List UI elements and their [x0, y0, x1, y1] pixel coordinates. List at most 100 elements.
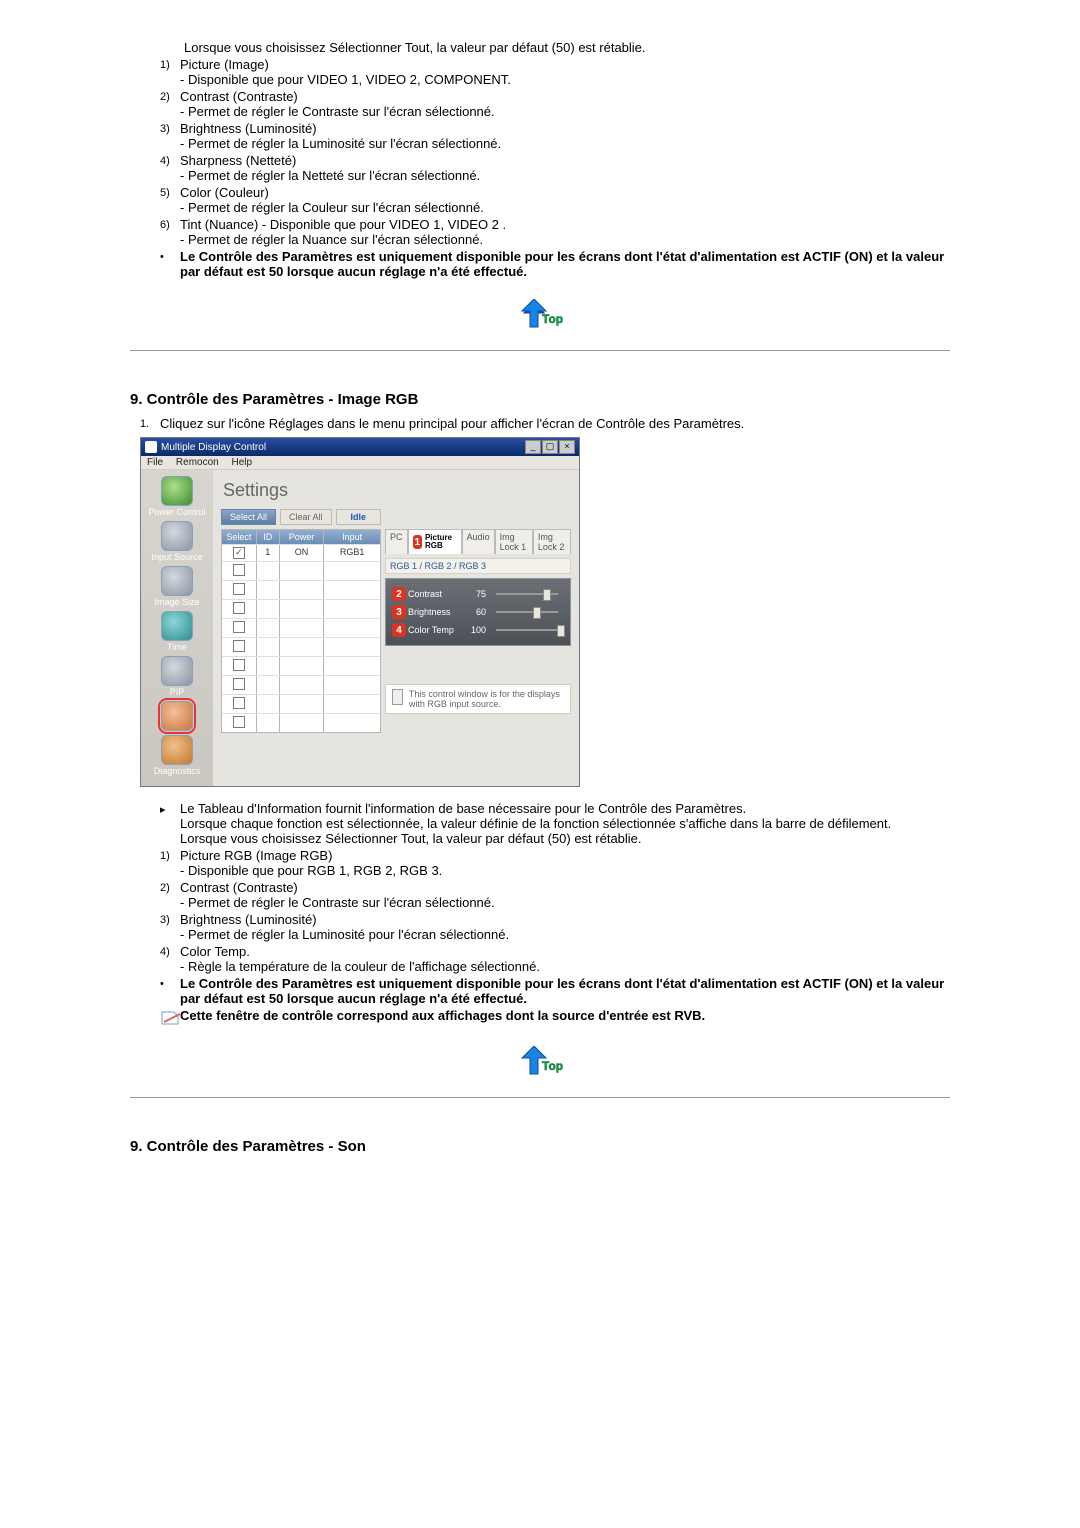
row-checkbox[interactable] [233, 659, 245, 671]
table-row[interactable]: 1 ON RGB1 [222, 544, 380, 561]
top-arrow-icon: Top [516, 299, 564, 331]
row-checkbox[interactable] [233, 640, 245, 652]
row-checkbox[interactable] [233, 547, 245, 559]
sidebar-diagnostics[interactable]: Diagnostics [141, 735, 213, 776]
tab-picture-rgb[interactable]: 1 Picture RGB [408, 529, 462, 554]
item-4: 4) Sharpness (Netteté) - Permet de régle… [160, 153, 950, 183]
note-pin-icon [160, 1010, 182, 1026]
info-box: This control window is for the displays … [385, 684, 571, 714]
top-arrow-icon: Top [516, 1046, 564, 1078]
table-row[interactable] [222, 694, 380, 713]
callout-1: 1 [413, 535, 422, 549]
th-select: Select [222, 530, 257, 544]
idle-button[interactable]: Idle [336, 509, 382, 525]
app-icon [145, 441, 157, 453]
mdc-menubar: File Remocon Help [141, 456, 579, 470]
svg-text:Top: Top [542, 312, 563, 326]
mdc-titlebar: Multiple Display Control _ ▢ × [141, 438, 579, 456]
top-fragment: Lorsque vous choisissez Sélectionner Tou… [130, 40, 950, 279]
item-5-sub: - Permet de régler la Couleur sur l'écra… [180, 200, 950, 215]
menu-file[interactable]: File [147, 457, 163, 468]
tab-imglock2[interactable]: Img Lock 2 [533, 529, 571, 554]
sidebar-power-control[interactable]: Power Control [141, 476, 213, 517]
table-row[interactable] [222, 675, 380, 694]
item-3-title: Brightness (Luminosité) [180, 121, 950, 136]
callout-2: 2 [392, 587, 406, 601]
item-3: 3) Brightness (Luminosité) - Permet de r… [160, 121, 950, 151]
rgb-item-2: 2) Contrast (Contraste) - Permet de régl… [160, 880, 950, 910]
sidebar-image-size[interactable]: Image Size [141, 566, 213, 607]
item-6: 6) Tint (Nuance) - Disponible que pour V… [160, 217, 950, 247]
table-row[interactable] [222, 599, 380, 618]
th-input: Input [324, 530, 380, 544]
section-rgb-heading: 9. Contrôle des Paramètres - Image RGB [130, 391, 950, 408]
row-checkbox[interactable] [233, 678, 245, 690]
table-row[interactable] [222, 637, 380, 656]
window-controls: _ ▢ × [525, 440, 575, 454]
item-1-sub: - Disponible que pour VIDEO 1, VIDEO 2, … [180, 72, 950, 87]
select-all-button[interactable]: Select All [221, 509, 276, 525]
slider-colortemp: 4 Color Temp 100 [392, 623, 564, 637]
separator-2 [130, 1097, 950, 1098]
minimize-button[interactable]: _ [525, 440, 541, 454]
maximize-button[interactable]: ▢ [542, 440, 558, 454]
tab-imglock1[interactable]: Img Lock 1 [495, 529, 533, 554]
item-4-title: Sharpness (Netteté) [180, 153, 950, 168]
sidebar-pip[interactable]: PIP [141, 656, 213, 697]
mdc-window: Multiple Display Control _ ▢ × File Remo… [140, 437, 580, 787]
item-6-extra: - Disponible que pour VIDEO 1, VIDEO 2 . [262, 217, 506, 232]
table-row[interactable] [222, 618, 380, 637]
item-1-title: Picture (Image) [180, 57, 950, 72]
tab-pc[interactable]: PC [385, 529, 408, 554]
sidebar-settings[interactable] [141, 701, 213, 731]
sidebar-time[interactable]: Time [141, 611, 213, 652]
intro-default-text: Lorsque vous choisissez Sélectionner Tou… [160, 40, 950, 55]
clear-all-button[interactable]: Clear All [280, 509, 332, 525]
mdc-main: Settings Select All Clear All Idle Selec… [213, 470, 579, 786]
top-note: • Le Contrôle des Paramètres est uniquem… [160, 249, 950, 279]
table-row[interactable] [222, 580, 380, 599]
top-link-1[interactable]: Top [130, 299, 950, 334]
rgb-note-2: Cette fenêtre de contrôle correspond aux… [160, 1008, 950, 1026]
table-row[interactable] [222, 656, 380, 675]
separator-1 [130, 350, 950, 351]
item-2-sub: - Permet de régler le Contraste sur l'éc… [180, 104, 950, 119]
info-icon [392, 689, 403, 705]
item-6-sub: - Permet de régler la Nuance sur l'écran… [180, 232, 950, 247]
row-checkbox[interactable] [233, 716, 245, 728]
menu-help[interactable]: Help [232, 457, 253, 468]
tabrow: PC 1 Picture RGB Audio Img Lock 1 Img Lo… [385, 529, 571, 554]
table-row[interactable] [222, 561, 380, 580]
row-checkbox[interactable] [233, 602, 245, 614]
tab-audio[interactable]: Audio [462, 529, 495, 554]
section-son-heading: 9. Contrôle des Paramètres - Son [130, 1138, 950, 1155]
sidebar-input-source[interactable]: Input Source [141, 521, 213, 562]
document-body: Lorsque vous choisissez Sélectionner Tou… [130, 40, 950, 1155]
svg-text:Top: Top [542, 1059, 563, 1073]
slider-panel: 2 Contrast 75 3 Brightness 60 [385, 578, 571, 646]
slider-brightness: 3 Brightness 60 [392, 605, 564, 619]
callout-4: 4 [392, 623, 406, 637]
row-checkbox[interactable] [233, 583, 245, 595]
mdc-main-title: Settings [223, 480, 571, 501]
row-checkbox[interactable] [233, 564, 245, 576]
item-5: 5) Color (Couleur) - Permet de régler la… [160, 185, 950, 215]
item-2: 2) Contrast (Contraste) - Permet de régl… [160, 89, 950, 119]
row-checkbox[interactable] [233, 697, 245, 709]
mdc-table: Select ID Power Input 1 ON RGB1 [221, 529, 381, 733]
row-checkbox[interactable] [233, 621, 245, 633]
th-id: ID [257, 530, 280, 544]
item-3-sub: - Permet de régler la Luminosité sur l'é… [180, 136, 950, 151]
menu-remocon[interactable]: Remocon [176, 457, 219, 468]
rgb-item-3: 3) Brightness (Luminosité) - Permet de r… [160, 912, 950, 942]
slider-track[interactable] [496, 611, 558, 613]
subtabs: RGB 1 / RGB 2 / RGB 3 [385, 558, 571, 574]
slider-track[interactable] [496, 629, 558, 631]
close-button[interactable]: × [559, 440, 575, 454]
rgb-step-1: 1. Cliquez sur l'icône Réglages dans le … [130, 416, 950, 431]
top-link-2[interactable]: Top [130, 1046, 950, 1081]
table-row[interactable] [222, 713, 380, 732]
rgb-after-block: ▸ Le Tableau d'Information fournit l'inf… [130, 801, 950, 1026]
slider-track[interactable] [496, 593, 558, 595]
item-2-title: Contrast (Contraste) [180, 89, 950, 104]
